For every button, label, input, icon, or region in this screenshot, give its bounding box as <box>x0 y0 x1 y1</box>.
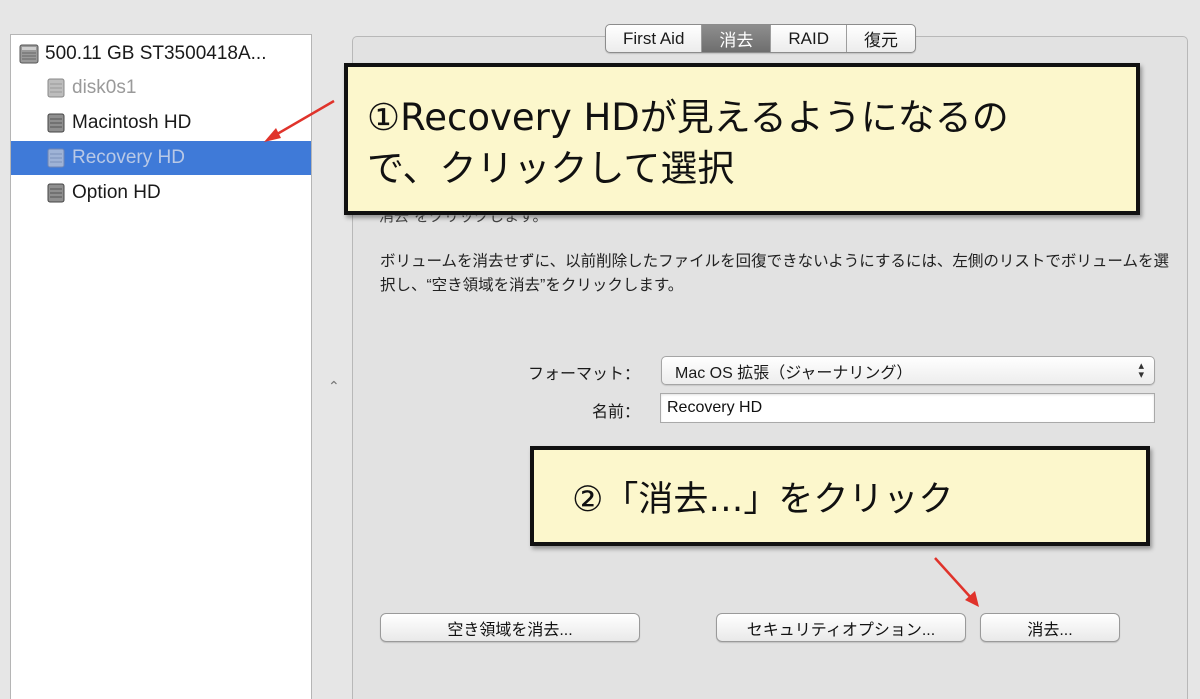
annotation-arrows <box>264 99 979 607</box>
arrow-to-erase-button-icon <box>934 557 979 607</box>
arrow-to-sidebar-icon <box>264 99 335 142</box>
